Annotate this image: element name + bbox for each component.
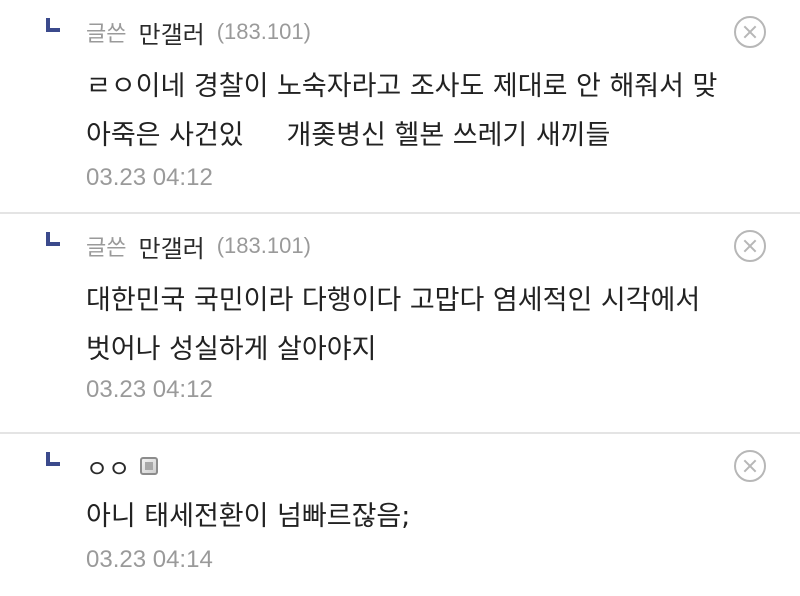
author-nickname[interactable]: 만갤러: [138, 229, 204, 264]
comment-text: 대한민국 국민이라 다행이다 고맙다 염세적인 시각에서벗어나 성실하게 살아야…: [86, 276, 780, 374]
comment-timestamp: 03.23 04:12: [86, 376, 213, 403]
author-ip: (183.101): [216, 19, 311, 44]
reply-arrow-icon: [46, 18, 60, 32]
comment-list: 글쓴 만갤러 (183.101) ㄹㅇ이네 경찰이 노숙자라고 조사도 제대로 …: [0, 0, 800, 596]
close-circle-icon[interactable]: [734, 16, 766, 48]
author-nickname[interactable]: ㅇㅇ: [86, 449, 130, 484]
gallog-icon[interactable]: [140, 457, 159, 475]
reply-arrow-icon: [46, 452, 60, 466]
comment-header: 글쓴 만갤러 (183.101): [86, 228, 311, 264]
close-circle-icon[interactable]: [734, 450, 766, 482]
comment-item: 글쓴 만갤러 (183.101) 대한민국 국민이라 다행이다 고맙다 염세적인…: [0, 214, 800, 434]
comment-line: 아니 태세전환이 넘빠르잖음;: [86, 501, 411, 532]
comment-timestamp: 03.23 04:14: [86, 546, 213, 573]
comment-timestamp: 03.23 04:12: [86, 164, 213, 191]
author-label: 글쓴: [86, 236, 127, 261]
comment-line: 벗어나 성실하게 살아야지: [86, 334, 377, 365]
comment-header: 글쓴 만갤러 (183.101): [86, 14, 311, 50]
comment-text: ㄹㅇ이네 경찰이 노숙자라고 조사도 제대로 안 해줘서 맞아죽은 사건있 개좆…: [86, 62, 780, 160]
author-label: 글쓴: [86, 22, 127, 47]
close-circle-icon[interactable]: [734, 230, 766, 262]
author-ip: (183.101): [216, 233, 311, 258]
comment-item: 글쓴 만갤러 (183.101) ㄹㅇ이네 경찰이 노숙자라고 조사도 제대로 …: [0, 0, 800, 214]
comment-line: ㄹㅇ이네 경찰이 노숙자라고 조사도 제대로 안 해줘서 맞: [86, 71, 718, 102]
comment-line: 아죽은 사건있 개좆병신 헬본 쓰레기 새끼들: [86, 120, 611, 151]
comment-header: ㅇㅇ: [86, 448, 159, 484]
comment-line: 대한민국 국민이라 다행이다 고맙다 염세적인 시각에서: [86, 285, 701, 316]
reply-arrow-icon: [46, 232, 60, 246]
comment-text: 아니 태세전환이 넘빠르잖음;: [86, 492, 780, 541]
comment-item: ㅇㅇ 아니 태세전환이 넘빠르잖음; 03.23 04:14: [0, 434, 800, 596]
author-nickname[interactable]: 만갤러: [138, 15, 204, 50]
